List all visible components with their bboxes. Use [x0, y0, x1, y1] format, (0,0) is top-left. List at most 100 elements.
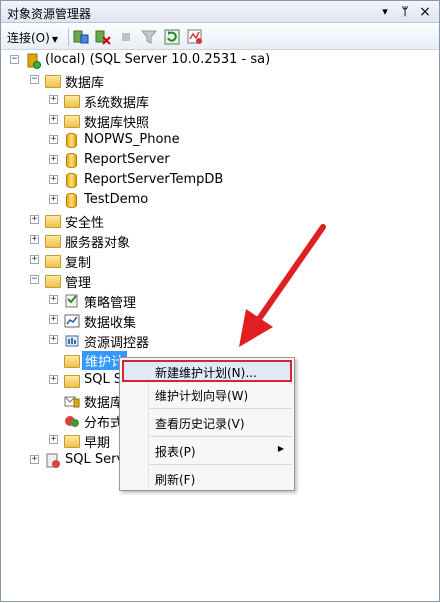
- snapshots-label: 数据库快照: [84, 116, 150, 131]
- folder-icon: [45, 253, 61, 269]
- menu-item-reports[interactable]: 报表(P) ▶: [122, 439, 292, 461]
- tree-node-database-mail[interactable]: 数据库: [1, 391, 123, 411]
- folder-icon: [45, 73, 61, 89]
- server-icon: [27, 53, 41, 69]
- collapse-icon[interactable]: −: [10, 55, 19, 64]
- menu-item-refresh[interactable]: 刷新(F): [122, 467, 292, 489]
- management-label: 管理: [65, 276, 92, 291]
- context-menu: 新建维护计划(N)... 维护计划向导(W) 查看历史记录(V) 报表(P) ▶…: [119, 357, 295, 491]
- maintenance-plan-wizard-label: 维护计划向导(W): [155, 389, 249, 403]
- connect-server-icon[interactable]: [73, 29, 89, 45]
- object-explorer-panel: 对象资源管理器 ▾ ᛘ × 连接(O) ▼ − (local) (SQL Serv…: [0, 0, 440, 602]
- disconnect-icon[interactable]: [95, 29, 111, 45]
- data-collection-label: 数据收集: [84, 316, 137, 331]
- tree-node-sql-server-agent[interactable]: + SQL Serve: [1, 451, 132, 471]
- refresh-icon[interactable]: [164, 29, 180, 45]
- menu-item-maintenance-plan-wizard[interactable]: 维护计划向导(W): [122, 383, 292, 405]
- tree-node-database[interactable]: + ReportServer: [1, 151, 221, 171]
- connect-button[interactable]: 连接(O) ▼: [7, 29, 58, 46]
- expand-icon[interactable]: +: [49, 435, 58, 444]
- tree-node-policy-management[interactable]: + 策略管理: [1, 291, 201, 311]
- database-icon: [64, 193, 80, 209]
- tree-node-management[interactable]: − 管理: [1, 271, 201, 291]
- database-label: ReportServerTempDB: [84, 172, 224, 187]
- expand-icon[interactable]: +: [49, 95, 58, 104]
- expand-icon[interactable]: +: [49, 375, 58, 384]
- tree-node-database[interactable]: + ReportServerTempDB: [1, 171, 241, 191]
- submenu-arrow-icon: ▶: [277, 444, 284, 453]
- sql-server-logs-label: SQL S: [84, 372, 123, 387]
- menu-separator: [150, 408, 292, 409]
- tree-node-security[interactable]: + 安全性: [1, 211, 201, 231]
- tree-node-database[interactable]: + NOPWS_Phone: [1, 131, 221, 151]
- folder-icon: [45, 213, 61, 229]
- expand-icon[interactable]: +: [30, 255, 39, 264]
- folder-icon: [45, 233, 61, 249]
- expand-icon[interactable]: +: [49, 335, 58, 344]
- policy-management-label: 策略管理: [84, 296, 137, 311]
- menu-item-view-history[interactable]: 查看历史记录(V): [122, 411, 292, 433]
- tree-node-snapshots[interactable]: + 数据库快照: [1, 111, 201, 131]
- dropdown-arrow-icon[interactable]: ▾: [377, 4, 393, 20]
- tree-node-databases[interactable]: − 数据库: [1, 71, 201, 91]
- folder-icon: [64, 353, 80, 369]
- expand-icon[interactable]: +: [30, 455, 39, 464]
- panel-title: 对象资源管理器: [7, 7, 92, 21]
- reports-label: 报表(P): [155, 445, 196, 459]
- connect-label: 连接(O): [7, 31, 50, 45]
- tree-node-legacy[interactable]: + 早期: [1, 431, 121, 451]
- tree-node-database[interactable]: + TestDemo: [1, 191, 221, 211]
- expand-icon[interactable]: +: [49, 195, 58, 204]
- resource-governor-icon: [65, 335, 79, 347]
- expand-icon[interactable]: +: [49, 115, 58, 124]
- tree-node-resource-governor[interactable]: + 资源调控器: [1, 331, 201, 351]
- filter-icon[interactable]: [141, 29, 157, 45]
- close-icon[interactable]: ×: [417, 4, 433, 20]
- object-tree: − (local) (SQL Server 10.0.2531 - sa) − …: [1, 51, 439, 601]
- sql-agent-icon: [46, 453, 60, 468]
- tree-node-system-databases[interactable]: + 系统数据库: [1, 91, 201, 111]
- expand-icon[interactable]: +: [30, 215, 39, 224]
- expand-icon[interactable]: +: [49, 295, 58, 304]
- stop-icon[interactable]: [118, 29, 134, 45]
- expand-icon[interactable]: +: [49, 135, 58, 144]
- menu-separator: [150, 436, 292, 437]
- tree-node-data-collection[interactable]: + 数据收集: [1, 311, 201, 331]
- expand-icon[interactable]: +: [30, 235, 39, 244]
- tree-node-replication[interactable]: + 复制: [1, 251, 201, 271]
- panel-titlebar: 对象资源管理器 ▾ ᛘ ×: [1, 1, 439, 23]
- expand-icon[interactable]: +: [49, 155, 58, 164]
- database-label: TestDemo: [84, 192, 149, 207]
- tree-node-distributed-transaction[interactable]: 分布式: [1, 411, 124, 431]
- database-icon: [64, 153, 80, 169]
- menu-item-new-maintenance-plan[interactable]: 新建维护计划(N)...: [122, 360, 292, 382]
- explorer-toolbar: 连接(O) ▼: [1, 24, 439, 50]
- database-label: NOPWS_Phone: [84, 132, 180, 147]
- folder-icon: [64, 373, 80, 389]
- activity-monitor-icon[interactable]: [187, 29, 203, 45]
- folder-icon: [64, 93, 80, 109]
- tree-node-maintenance-plans[interactable]: 维护计: [1, 351, 128, 371]
- dtc-icon: [65, 416, 79, 427]
- database-mail-icon: [64, 396, 80, 408]
- refresh-label: 刷新(F): [155, 473, 196, 487]
- tree-node-server-objects[interactable]: + 服务器对象: [1, 231, 201, 251]
- collapse-icon[interactable]: −: [30, 275, 39, 284]
- resource-governor-label: 资源调控器: [84, 336, 150, 351]
- pin-icon[interactable]: ᛘ: [397, 4, 413, 20]
- security-label: 安全性: [65, 216, 105, 231]
- server-objects-label: 服务器对象: [65, 236, 131, 251]
- distributed-transaction-label: 分布式: [84, 416, 124, 431]
- databases-label: 数据库: [65, 76, 105, 91]
- policy-icon: [65, 294, 78, 308]
- replication-label: 复制: [65, 256, 92, 271]
- collapse-icon[interactable]: −: [30, 75, 39, 84]
- database-label: ReportServer: [84, 152, 170, 167]
- tree-node-server[interactable]: − (local) (SQL Server 10.0.2531 - sa): [1, 51, 301, 71]
- expand-icon[interactable]: +: [49, 315, 58, 324]
- folder-icon: [45, 273, 61, 289]
- tree-node-sql-server-logs[interactable]: + SQL S: [1, 371, 123, 391]
- database-icon: [64, 173, 80, 189]
- folder-icon: [64, 433, 80, 449]
- expand-icon[interactable]: +: [49, 175, 58, 184]
